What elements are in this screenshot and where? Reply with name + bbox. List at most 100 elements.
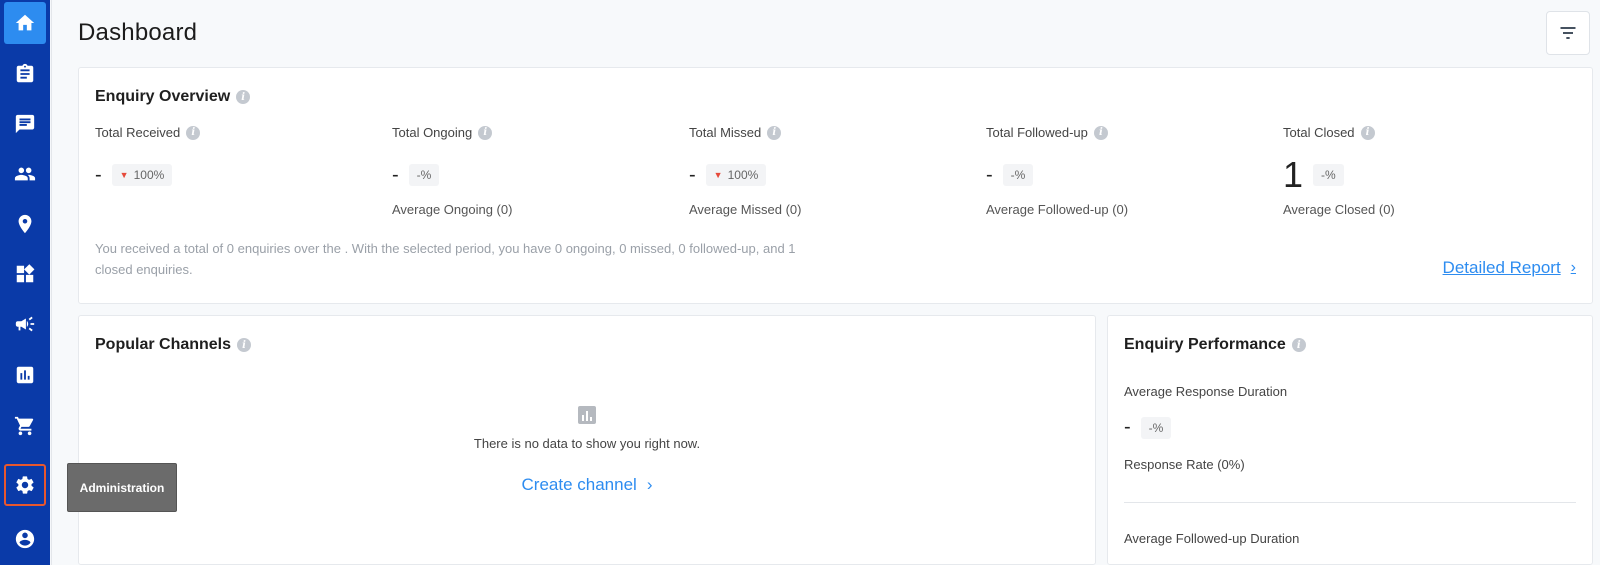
info-icon[interactable]: i bbox=[237, 338, 252, 352]
avg-response-label: Average Response Duration bbox=[1124, 384, 1288, 399]
page-title: Dashboard bbox=[78, 19, 198, 46]
account-circle-icon bbox=[15, 529, 35, 549]
administration-tooltip: Administration bbox=[67, 463, 177, 512]
stat-label-text: Total Ongoing bbox=[392, 125, 473, 140]
nav-widgets[interactable] bbox=[4, 253, 46, 295]
change-badge-text: -% bbox=[1321, 168, 1336, 182]
avg-response-value: - bbox=[1124, 416, 1131, 438]
gear-icon bbox=[16, 476, 34, 494]
change-badge: -% bbox=[1313, 164, 1344, 186]
divider bbox=[1124, 502, 1576, 503]
people-icon bbox=[14, 167, 36, 181]
stat-label-text: Total Closed bbox=[1283, 125, 1355, 140]
stat-value-row: - -% bbox=[986, 160, 1266, 190]
change-badge: -% bbox=[1140, 416, 1172, 439]
cart-icon bbox=[14, 416, 34, 436]
info-icon[interactable]: i bbox=[186, 125, 201, 140]
stat-value: - bbox=[986, 163, 993, 186]
avg-followup-label: Average Followed-up Duration bbox=[1124, 531, 1300, 546]
nav-administration[interactable] bbox=[4, 464, 46, 506]
filter-button[interactable] bbox=[1546, 11, 1590, 55]
card-title: Enquiry Overview i bbox=[95, 88, 251, 106]
nav-messages[interactable] bbox=[4, 103, 46, 145]
card-title: Enquiry Performance i bbox=[1124, 336, 1306, 354]
change-badge: -% bbox=[408, 164, 440, 186]
change-badge-text: 100% bbox=[133, 168, 165, 182]
stat-value: - bbox=[689, 163, 696, 186]
stat-label: Total Ongoing i bbox=[392, 125, 672, 140]
nav-shop[interactable] bbox=[4, 405, 46, 447]
arrow-down-icon: ▼ bbox=[713, 170, 723, 180]
info-icon[interactable]: i bbox=[1291, 338, 1306, 352]
nav-enquiries[interactable] bbox=[4, 53, 46, 95]
stat-label-text: Total Missed bbox=[689, 125, 762, 140]
enquiry-overview-card: Enquiry Overview i Total Received i - ▼ … bbox=[78, 67, 1593, 304]
nav-contacts[interactable] bbox=[4, 153, 46, 195]
stat-total-missed: Total Missed i - ▼ 100% Average Missed (… bbox=[689, 125, 969, 217]
overview-summary: You received a total of 0 enquiries over… bbox=[95, 241, 796, 277]
change-badge-text: 100% bbox=[727, 168, 759, 182]
stat-value: 1 bbox=[1283, 154, 1304, 195]
stat-label: Total Closed i bbox=[1283, 125, 1563, 140]
nav-locations[interactable] bbox=[4, 203, 46, 245]
stat-label: Total Received i bbox=[95, 125, 375, 140]
megaphone-icon bbox=[15, 316, 35, 332]
detailed-report-link[interactable]: Detailed Report › bbox=[1443, 258, 1576, 278]
stat-average: Average Followed-up (0) bbox=[986, 202, 1129, 217]
create-channel-text: Create channel bbox=[521, 475, 637, 494]
chevron-right-icon: › bbox=[1570, 259, 1576, 276]
main-content: Dashboard Enquiry Overview i Total Recei… bbox=[51, 0, 1600, 565]
card-title: Popular Channels i bbox=[95, 336, 252, 354]
info-icon[interactable]: i bbox=[1360, 125, 1375, 140]
empty-state: There is no data to show you right now. … bbox=[79, 406, 1095, 495]
change-badge-text: -% bbox=[1148, 420, 1164, 435]
change-badge-text: -% bbox=[416, 168, 432, 182]
stat-label-text: Total Followed-up bbox=[986, 125, 1088, 140]
stat-total-ongoing: Total Ongoing i - -% Average Ongoing (0) bbox=[392, 125, 672, 217]
stat-average: Average Missed (0) bbox=[689, 202, 802, 217]
change-badge: -% bbox=[1002, 164, 1034, 186]
create-channel-link[interactable]: Create channel › bbox=[522, 475, 653, 495]
nav-reports[interactable] bbox=[4, 354, 46, 396]
stat-value-row: 1 -% bbox=[1283, 154, 1563, 195]
stat-average: Average Closed (0) bbox=[1283, 202, 1395, 217]
chat-icon bbox=[15, 114, 35, 134]
chevron-right-icon: › bbox=[646, 475, 653, 494]
sidebar bbox=[0, 0, 50, 565]
info-icon[interactable]: i bbox=[1093, 125, 1108, 140]
info-icon[interactable]: i bbox=[478, 125, 493, 140]
card-title-text: Popular Channels bbox=[95, 336, 232, 353]
stat-value-row: - ▼ 100% bbox=[689, 160, 969, 190]
nav-profile[interactable] bbox=[4, 518, 46, 560]
change-badge: ▼ 100% bbox=[111, 164, 173, 186]
response-rate: Response Rate (0%) bbox=[1124, 457, 1245, 472]
home-icon bbox=[15, 14, 35, 31]
stat-value: - bbox=[392, 163, 399, 186]
arrow-down-icon: ▼ bbox=[119, 170, 129, 180]
nav-campaigns[interactable] bbox=[4, 303, 46, 345]
clipboard-icon bbox=[16, 63, 34, 83]
detailed-report-text: Detailed Report bbox=[1442, 258, 1561, 277]
stat-label: Total Followed-up i bbox=[986, 125, 1266, 140]
stat-total-closed: Total Closed i 1 -% Average Closed (0) bbox=[1283, 125, 1563, 217]
popular-channels-card: Popular Channels i There is no data to s… bbox=[78, 315, 1096, 565]
empty-state-text: There is no data to show you right now. bbox=[473, 436, 701, 451]
info-icon[interactable]: i bbox=[236, 90, 251, 104]
change-badge-text: -% bbox=[1010, 168, 1026, 182]
card-title-text: Enquiry Overview bbox=[95, 88, 231, 105]
nav-home[interactable] bbox=[4, 2, 46, 44]
avg-response-value-row: - -% bbox=[1124, 416, 1172, 439]
stat-label-text: Total Received bbox=[95, 125, 181, 140]
change-badge: ▼ 100% bbox=[705, 164, 767, 186]
widgets-icon bbox=[16, 264, 35, 283]
stat-total-received: Total Received i - ▼ 100% bbox=[95, 125, 375, 190]
bar-chart-icon bbox=[578, 406, 596, 424]
location-pin-icon bbox=[18, 214, 32, 234]
enquiry-performance-card: Enquiry Performance i Average Response D… bbox=[1107, 315, 1593, 565]
stat-value-row: - ▼ 100% bbox=[95, 160, 375, 190]
filter-icon bbox=[1560, 27, 1576, 39]
stat-average: Average Ongoing (0) bbox=[392, 202, 513, 217]
stat-value-row: - -% bbox=[392, 160, 672, 190]
info-icon[interactable]: i bbox=[767, 125, 782, 140]
stat-value: - bbox=[95, 163, 102, 186]
